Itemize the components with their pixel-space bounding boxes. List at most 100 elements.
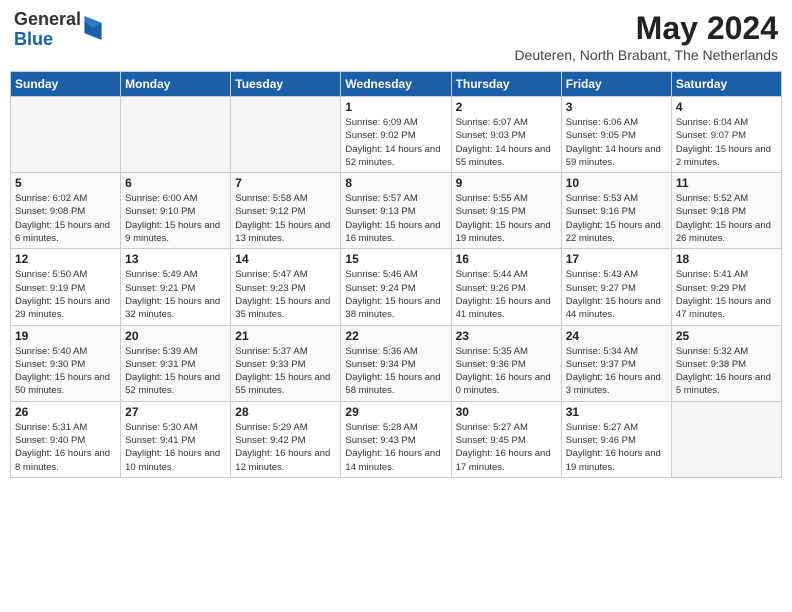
day-number: 19 — [15, 329, 116, 343]
day-info: Sunrise: 5:40 AMSunset: 9:30 PMDaylight:… — [15, 345, 116, 398]
calendar-cell: 3 Sunrise: 6:06 AMSunset: 9:05 PMDaylight… — [561, 97, 671, 173]
col-header-thursday: Thursday — [451, 72, 561, 97]
title-block: May 2024 Deuteren, North Brabant, The Ne… — [514, 10, 778, 63]
day-number: 23 — [456, 329, 557, 343]
calendar-cell: 2 Sunrise: 6:07 AMSunset: 9:03 PMDaylight… — [451, 97, 561, 173]
col-header-wednesday: Wednesday — [341, 72, 451, 97]
calendar-cell: 28 Sunrise: 5:29 AMSunset: 9:42 PMDayligh… — [231, 401, 341, 477]
col-header-tuesday: Tuesday — [231, 72, 341, 97]
calendar-cell: 19 Sunrise: 5:40 AMSunset: 9:30 PMDayligh… — [11, 325, 121, 401]
day-info: Sunrise: 5:52 AMSunset: 9:18 PMDaylight:… — [676, 192, 777, 245]
day-number: 3 — [566, 100, 667, 114]
day-info: Sunrise: 6:04 AMSunset: 9:07 PMDaylight:… — [676, 116, 777, 169]
calendar-cell: 24 Sunrise: 5:34 AMSunset: 9:37 PMDayligh… — [561, 325, 671, 401]
day-number: 7 — [235, 176, 336, 190]
day-info: Sunrise: 6:09 AMSunset: 9:02 PMDaylight:… — [345, 116, 446, 169]
day-number: 2 — [456, 100, 557, 114]
day-info: Sunrise: 5:43 AMSunset: 9:27 PMDaylight:… — [566, 268, 667, 321]
calendar-cell: 16 Sunrise: 5:44 AMSunset: 9:26 PMDayligh… — [451, 249, 561, 325]
calendar-cell: 5Sunrise: 6:02 AMSunset: 9:08 PMDaylight… — [11, 173, 121, 249]
calendar-table: SundayMondayTuesdayWednesdayThursdayFrid… — [10, 71, 782, 478]
day-info: Sunrise: 5:50 AMSunset: 9:19 PMDaylight:… — [15, 268, 116, 321]
location: Deuteren, North Brabant, The Netherlands — [514, 47, 778, 63]
day-info: Sunrise: 5:47 AMSunset: 9:23 PMDaylight:… — [235, 268, 336, 321]
day-number: 21 — [235, 329, 336, 343]
calendar-cell: 11 Sunrise: 5:52 AMSunset: 9:18 PMDayligh… — [671, 173, 781, 249]
calendar-cell: 15Sunrise: 5:46 AMSunset: 9:24 PMDayligh… — [341, 249, 451, 325]
calendar-cell: 20 Sunrise: 5:39 AMSunset: 9:31 PMDayligh… — [121, 325, 231, 401]
calendar-cell: 1 Sunrise: 6:09 AMSunset: 9:02 PMDaylight… — [341, 97, 451, 173]
day-number: 27 — [125, 405, 226, 419]
day-info: Sunrise: 6:07 AMSunset: 9:03 PMDaylight:… — [456, 116, 557, 169]
day-info: Sunrise: 5:44 AMSunset: 9:26 PMDaylight:… — [456, 268, 557, 321]
col-header-friday: Friday — [561, 72, 671, 97]
day-info: Sunrise: 5:37 AMSunset: 9:33 PMDaylight:… — [235, 345, 336, 398]
day-number: 31 — [566, 405, 667, 419]
calendar-cell: 13 Sunrise: 5:49 AMSunset: 9:21 PMDayligh… — [121, 249, 231, 325]
day-number: 26 — [15, 405, 116, 419]
calendar-cell: 31Sunrise: 5:27 AMSunset: 9:46 PMDayligh… — [561, 401, 671, 477]
day-number: 28 — [235, 405, 336, 419]
calendar-cell: 30 Sunrise: 5:27 AMSunset: 9:45 PMDayligh… — [451, 401, 561, 477]
calendar-cell: 12 Sunrise: 5:50 AMSunset: 9:19 PMDayligh… — [11, 249, 121, 325]
calendar-cell: 10Sunrise: 5:53 AMSunset: 9:16 PMDayligh… — [561, 173, 671, 249]
calendar-cell: 27Sunrise: 5:30 AMSunset: 9:41 PMDayligh… — [121, 401, 231, 477]
day-number: 11 — [676, 176, 777, 190]
day-info: Sunrise: 5:34 AMSunset: 9:37 PMDaylight:… — [566, 345, 667, 398]
day-number: 6 — [125, 176, 226, 190]
day-number: 12 — [15, 252, 116, 266]
month-year: May 2024 — [514, 10, 778, 47]
calendar-cell: 21 Sunrise: 5:37 AMSunset: 9:33 PMDayligh… — [231, 325, 341, 401]
day-info: Sunrise: 5:57 AMSunset: 9:13 PMDaylight:… — [345, 192, 446, 245]
calendar-cell — [231, 97, 341, 173]
calendar-cell: 18Sunrise: 5:41 AMSunset: 9:29 PMDayligh… — [671, 249, 781, 325]
calendar-cell: 22 Sunrise: 5:36 AMSunset: 9:34 PMDayligh… — [341, 325, 451, 401]
day-info: Sunrise: 6:06 AMSunset: 9:05 PMDaylight:… — [566, 116, 667, 169]
calendar-cell: 25Sunrise: 5:32 AMSunset: 9:38 PMDayligh… — [671, 325, 781, 401]
day-info: Sunrise: 5:36 AMSunset: 9:34 PMDaylight:… — [345, 345, 446, 398]
day-info: Sunrise: 5:35 AMSunset: 9:36 PMDaylight:… — [456, 345, 557, 398]
day-number: 17 — [566, 252, 667, 266]
week-row-4: 19 Sunrise: 5:40 AMSunset: 9:30 PMDayligh… — [11, 325, 782, 401]
day-number: 22 — [345, 329, 446, 343]
day-number: 9 — [456, 176, 557, 190]
col-header-sunday: Sunday — [11, 72, 121, 97]
col-header-monday: Monday — [121, 72, 231, 97]
calendar-cell: 29Sunrise: 5:28 AMSunset: 9:43 PMDayligh… — [341, 401, 451, 477]
calendar-cell: 4Sunrise: 6:04 AMSunset: 9:07 PMDaylight… — [671, 97, 781, 173]
day-number: 24 — [566, 329, 667, 343]
day-info: Sunrise: 5:55 AMSunset: 9:15 PMDaylight:… — [456, 192, 557, 245]
week-row-3: 12 Sunrise: 5:50 AMSunset: 9:19 PMDayligh… — [11, 249, 782, 325]
day-number: 13 — [125, 252, 226, 266]
day-number: 30 — [456, 405, 557, 419]
week-row-5: 26Sunrise: 5:31 AMSunset: 9:40 PMDayligh… — [11, 401, 782, 477]
calendar-cell — [121, 97, 231, 173]
day-info: Sunrise: 6:02 AMSunset: 9:08 PMDaylight:… — [15, 192, 116, 245]
logo-general-text: General — [14, 10, 81, 30]
week-row-2: 5Sunrise: 6:02 AMSunset: 9:08 PMDaylight… — [11, 173, 782, 249]
day-info: Sunrise: 5:49 AMSunset: 9:21 PMDaylight:… — [125, 268, 226, 321]
day-number: 8 — [345, 176, 446, 190]
calendar-cell: 6Sunrise: 6:00 AMSunset: 9:10 PMDaylight… — [121, 173, 231, 249]
day-info: Sunrise: 5:39 AMSunset: 9:31 PMDaylight:… — [125, 345, 226, 398]
day-number: 10 — [566, 176, 667, 190]
day-number: 20 — [125, 329, 226, 343]
col-header-saturday: Saturday — [671, 72, 781, 97]
week-row-1: 1 Sunrise: 6:09 AMSunset: 9:02 PMDaylight… — [11, 97, 782, 173]
day-number: 15 — [345, 252, 446, 266]
calendar-cell: 23 Sunrise: 5:35 AMSunset: 9:36 PMDayligh… — [451, 325, 561, 401]
calendar-cell: 9 Sunrise: 5:55 AMSunset: 9:15 PMDaylight… — [451, 173, 561, 249]
logo-blue-text: Blue — [14, 30, 81, 50]
day-number: 18 — [676, 252, 777, 266]
calendar-cell: 8 Sunrise: 5:57 AMSunset: 9:13 PMDaylight… — [341, 173, 451, 249]
day-info: Sunrise: 5:29 AMSunset: 9:42 PMDaylight:… — [235, 421, 336, 474]
day-info: Sunrise: 5:27 AMSunset: 9:45 PMDaylight:… — [456, 421, 557, 474]
day-info: Sunrise: 5:58 AMSunset: 9:12 PMDaylight:… — [235, 192, 336, 245]
calendar-header-row: SundayMondayTuesdayWednesdayThursdayFrid… — [11, 72, 782, 97]
calendar-cell: 7 Sunrise: 5:58 AMSunset: 9:12 PMDaylight… — [231, 173, 341, 249]
calendar-cell: 14Sunrise: 5:47 AMSunset: 9:23 PMDayligh… — [231, 249, 341, 325]
calendar-cell — [11, 97, 121, 173]
day-number: 1 — [345, 100, 446, 114]
day-number: 16 — [456, 252, 557, 266]
calendar-cell: 17 Sunrise: 5:43 AMSunset: 9:27 PMDayligh… — [561, 249, 671, 325]
